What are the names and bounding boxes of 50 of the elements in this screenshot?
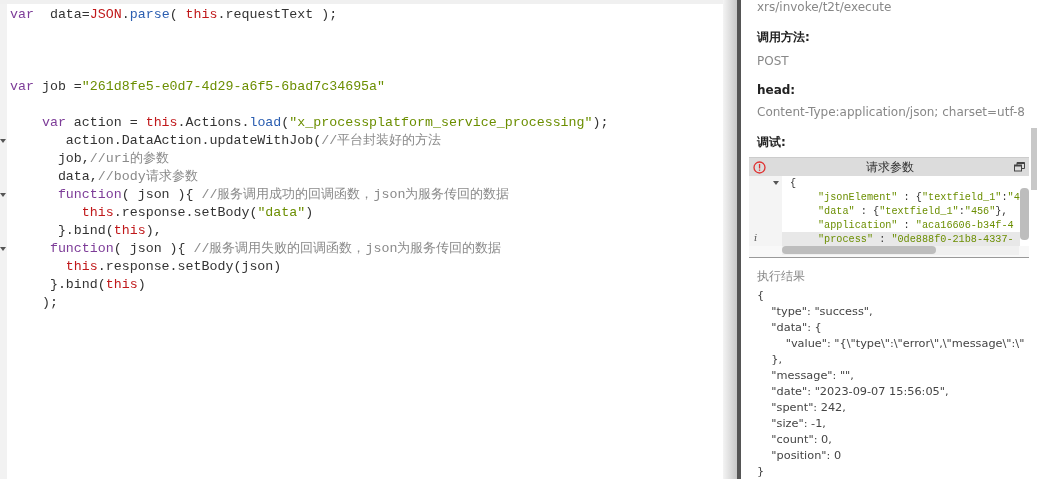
scrollbar-thumb[interactable] (1019, 188, 1029, 240)
section-value: Content-Type:application/json; charset=utf-8 (757, 105, 1026, 119)
code-line: "process" : "0de888f0-21b8-4337- (817, 233, 1014, 245)
code-line: function( json ){ //服务调用成功的回调函数，json为服务传回的数据 (56, 186, 510, 203)
code-line: var action = this.Actions.load("x_processplatform_service_processing"); (40, 114, 609, 130)
result-line: "position": 0 (770, 448, 843, 464)
fold-arrow-icon[interactable] (773, 180, 779, 186)
code-line: }.bind(this), (56, 222, 162, 238)
result-line: { (757, 288, 766, 304)
error-icon (753, 160, 766, 174)
result-line: "data": { (770, 320, 823, 336)
fold-arrow-icon[interactable] (0, 192, 6, 198)
code-line: data,//body请求参数 (56, 168, 198, 185)
result-line: "value": "{\"type\":\"error\",\"message\":\" (784, 336, 1026, 352)
result-line: "message": "", (770, 368, 855, 384)
result-line: } (757, 464, 766, 479)
result-label: 执行结果 (757, 268, 806, 285)
code-line: "data" : {"textfield_1":"456"}, (817, 205, 1008, 217)
section-value: POST (757, 54, 790, 68)
result-line: "count": 0, (770, 432, 833, 448)
code-line: ); (40, 294, 58, 310)
code-line: var job ="261d8fe5-e0d7-4d29-a6f5-6bad7c34695a" (9, 78, 386, 94)
section-label: 调用方法: (757, 29, 811, 46)
fold-arrow-icon[interactable] (0, 138, 6, 144)
code-line: this.response.setBody(json) (64, 258, 282, 274)
fold-arrow-icon[interactable] (0, 246, 6, 252)
code-line: var data=JSON.parse( this.requestText ); (9, 6, 338, 22)
editor-title: 请求参数 (864, 158, 915, 176)
code-line: { (789, 177, 797, 189)
request-editor[interactable]: 请求参数 { "jsonElement" : {"textfield_1":"4 "data" : {"textfield_1":"456"}, "application" : "aca16606-b34f-4 i "process" : "0de888f0-21b8-4337- (749, 157, 1029, 258)
code-line: "application" : "aca16606-b34f-4 (817, 219, 1014, 231)
code-line: }.bind(this) (48, 276, 146, 292)
code-line: job,//uri的参数 (56, 150, 169, 167)
code-line: this.response.setBody("data") (80, 204, 314, 220)
section-label: 调试: (757, 134, 787, 151)
scrollbar-thumb[interactable] (1030, 128, 1037, 190)
result-line: "spent": 242, (770, 400, 847, 416)
code-line: "jsonElement" : {"textfield_1":"4 (817, 191, 1020, 203)
result-line: "type": "success", (770, 304, 874, 320)
code-line: action.DataAction.updateWithJob(//平台封装好的方法 (64, 132, 442, 149)
section-label: head: (757, 83, 797, 97)
result-line: }, (770, 352, 784, 368)
result-line: "size": -1, (770, 416, 827, 432)
splitter[interactable] (723, 0, 741, 479)
code-line: function( json ){ //服务调用失败的回调函数，json为服务传回的数据 (48, 240, 502, 257)
restore-window-icon[interactable] (1013, 162, 1025, 172)
info-marker: i (754, 232, 758, 243)
result-line: "date": "2023-09-07 15:56:05", (770, 384, 950, 400)
scrollbar-thumb[interactable] (782, 246, 936, 254)
url-text: xrs/invoke/t2t/execute (757, 0, 893, 14)
